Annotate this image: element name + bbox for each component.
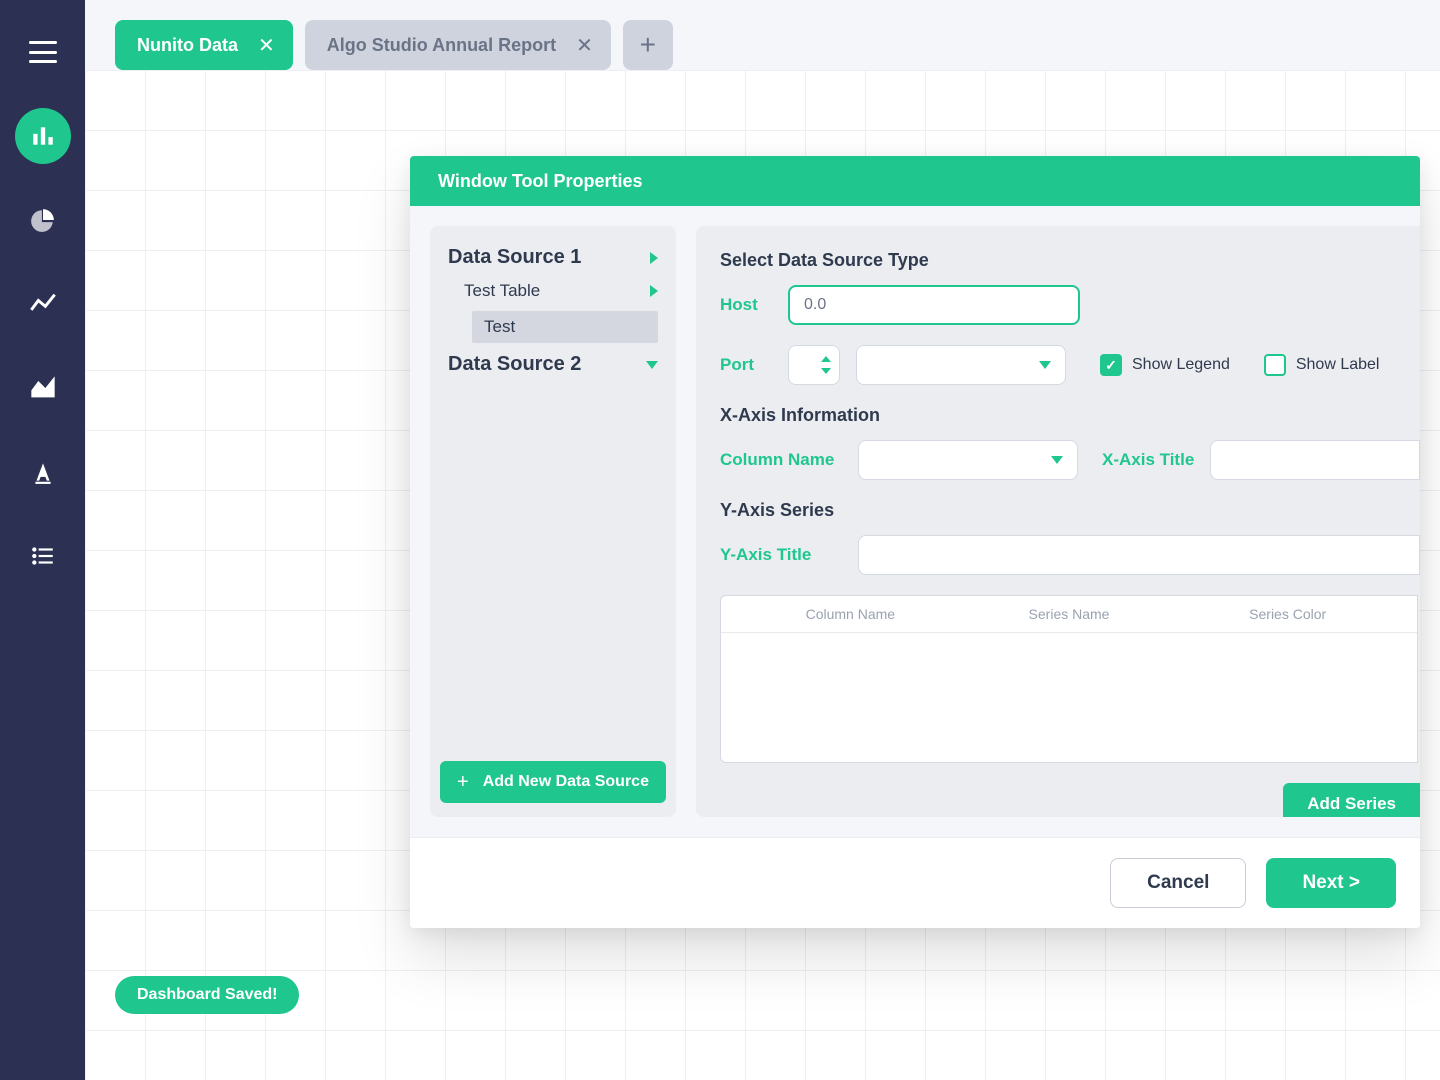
document-tabs: Nunito Data ✕ Algo Studio Annual Report … [115,20,673,70]
show-label-checkbox[interactable] [1264,354,1286,376]
add-datasource-button[interactable]: + Add New Data Source [440,761,666,803]
form-panel: Select Data Source Type Host Port Show L… [696,226,1420,817]
text-style-icon[interactable] [15,444,71,500]
sidebar-rail [0,0,85,1080]
port-stepper[interactable] [788,345,840,385]
add-series-button[interactable]: Add Series [1283,783,1420,817]
modal-title: Window Tool Properties [410,156,1420,206]
yaxis-title-input[interactable] [858,535,1420,575]
port-label: Port [720,355,772,375]
datasource-table-label: Test Table [464,281,540,301]
tab-label: Nunito Data [137,35,238,56]
datasource-label: Data Source 2 [448,353,581,376]
toast-dashboard-saved: Dashboard Saved! [115,976,299,1014]
datasource-tree: Data Source 1 Test Table Test Data Sourc… [440,240,666,761]
xaxis-title-input[interactable] [1210,440,1420,480]
datasource-panel: Data Source 1 Test Table Test Data Sourc… [430,226,676,817]
datasource-column-item[interactable]: Test [472,311,658,343]
cancel-button[interactable]: Cancel [1110,858,1246,908]
area-chart-icon[interactable] [15,360,71,416]
add-tab-button[interactable]: + [623,20,673,70]
close-icon[interactable]: ✕ [258,33,275,58]
datasource-item[interactable]: Data Source 1 [440,240,666,275]
modal-footer: Cancel Next > [410,837,1420,928]
series-col-column: Column Name [741,606,960,622]
bar-chart-icon[interactable] [15,108,71,164]
caret-down-icon [646,361,658,369]
host-input[interactable] [788,285,1080,325]
column-name-label: Column Name [720,450,842,470]
section-yseries: Y-Axis Series [720,500,1420,521]
datasource-label: Data Source 1 [448,246,581,269]
menu-icon[interactable] [15,24,71,80]
show-label-label: Show Label [1296,356,1380,374]
datasource-item[interactable]: Data Source 2 [440,347,666,382]
series-table-header: Column Name Series Name Series Color [721,596,1417,633]
tab-algo-studio[interactable]: Algo Studio Annual Report ✕ [305,20,611,70]
series-col-color: Series Color [1178,606,1397,622]
list-icon[interactable] [15,528,71,584]
datasource-table-item[interactable]: Test Table [440,275,666,307]
port-dropdown[interactable] [856,345,1066,385]
caret-down-icon [1051,456,1063,464]
add-datasource-label: Add New Data Source [483,773,649,791]
column-name-dropdown[interactable] [858,440,1078,480]
show-legend-label: Show Legend [1132,356,1230,374]
yaxis-title-label: Y-Axis Title [720,545,842,565]
plus-icon: + [457,771,469,794]
next-button[interactable]: Next > [1266,858,1396,908]
pie-chart-icon[interactable] [15,192,71,248]
caret-right-icon [650,285,658,297]
series-col-name: Series Name [960,606,1179,622]
line-chart-icon[interactable] [15,276,71,332]
section-xaxis: X-Axis Information [720,405,1420,426]
xaxis-title-label: X-Axis Title [1102,450,1194,470]
series-table: Column Name Series Name Series Color [720,595,1418,763]
tab-label: Algo Studio Annual Report [327,35,556,56]
caret-down-icon [1039,361,1051,369]
section-source-type: Select Data Source Type [720,250,1420,271]
close-icon[interactable]: ✕ [576,33,593,58]
show-legend-checkbox[interactable] [1100,354,1122,376]
modal-body: Data Source 1 Test Table Test Data Sourc… [410,206,1420,837]
host-label: Host [720,295,772,315]
tab-nunito-data[interactable]: Nunito Data ✕ [115,20,293,70]
window-tool-properties-modal: Window Tool Properties Data Source 1 Tes… [410,156,1420,928]
caret-right-icon [650,252,658,264]
